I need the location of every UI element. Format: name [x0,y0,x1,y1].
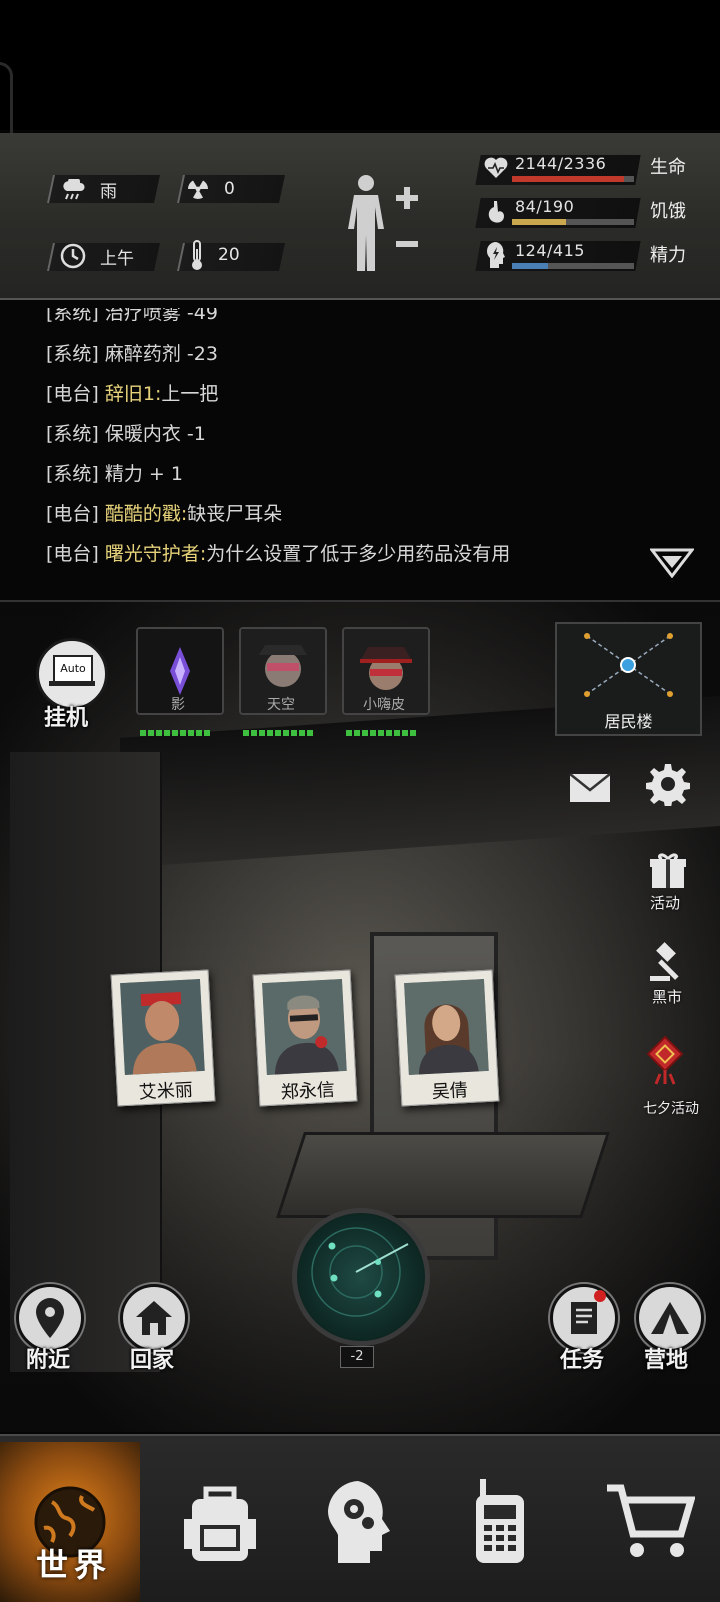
nav-world-label[interactable]: 世界 [36,1540,112,1586]
npc-card[interactable]: 郑永信 [252,969,358,1107]
hunger-fill [512,219,566,225]
nav-backpack[interactable] [150,1442,290,1602]
companion-name: 小嗨皮 [363,697,405,713]
radiation-value: 0 [224,179,235,199]
energy-track [512,263,634,269]
head-gears-icon [328,1481,390,1563]
location-pin-icon [36,1298,64,1338]
temperature-value: 20 [218,245,240,265]
task-scroll-icon [571,1302,597,1334]
tasks-label: 任务 [560,1348,605,1373]
heart-icon [484,157,508,178]
gavel-icon[interactable] [648,942,690,984]
companion-health [346,730,416,736]
weather-row: 雨 [62,177,117,202]
location-map-button[interactable]: 居民楼 [555,622,702,736]
hunger-track [512,219,634,225]
radar-level: -2 [340,1346,374,1368]
npc-name: 吴倩 [431,1079,469,1103]
npc-portrait [120,978,205,1076]
tent-icon [651,1302,689,1334]
stomach-icon [488,201,504,223]
time-value: 上午 [100,248,134,269]
health-text: 2144/2336 [515,154,607,173]
energy-text: 124/415 [515,241,585,260]
auto-label: 挂机 [44,706,89,731]
health-track [512,176,634,182]
health-label: 生命 [650,157,686,178]
chinese-knot-icon[interactable] [642,1034,688,1086]
home-icon [136,1301,172,1335]
body-status-button[interactable] [340,171,420,276]
qixi-label[interactable]: 七夕活动 [643,1098,699,1118]
radiation-row: 0 [186,177,235,201]
time-row: 上午 [60,243,134,269]
rain-cloud-icon [63,178,85,199]
log-line: [电台] 曙光守护者:为什么设置了低于多少用药品没有用 [46,543,511,565]
location-label: 居民楼 [604,712,653,731]
hunger-text: 84/190 [515,197,575,216]
scene-view: Auto 挂机 影 天空 小嗨皮 居民楼 活动 黑市 七夕活动 艾米丽 郑永信 … [0,602,720,1432]
map-icon [584,633,673,697]
companion-health [243,730,313,736]
npc-portrait [404,978,489,1076]
gift-icon[interactable] [648,850,688,890]
stats-panel: 雨 0 上午 20 2144/2336 生命 84/190 饥饿 124/415 [0,133,720,300]
body-figure-icon [348,175,418,271]
activity-label[interactable]: 活动 [650,892,680,913]
auto-badge: Auto [53,655,93,683]
npc-card[interactable]: 艾米丽 [110,969,216,1107]
nav-skills[interactable] [290,1442,430,1602]
nearby-label: 附近 [26,1348,71,1373]
npc-card[interactable]: 吴倩 [394,969,500,1107]
log-line: [电台] 辞旧1:上一把 [46,383,219,405]
log-line: [电台] 酷酷的戳:缺丧尸耳朵 [46,503,283,525]
energy-fill [512,263,549,269]
laptop-base-icon [49,681,95,686]
energy-head-icon [487,242,505,268]
npc-portrait [262,978,347,1076]
health-fill [512,176,624,182]
notification-dot [594,1290,606,1302]
log-line: [系统] 精力 + 1 [46,463,183,485]
log-line: [系统] 保暖内衣 -1 [46,423,206,445]
energy-label: 精力 [650,245,686,266]
backpack-icon [184,1486,256,1561]
hunger-label: 饥饿 [650,201,686,222]
radiation-icon [188,180,208,199]
message-log[interactable]: [系统] 治疗喷雾 -49 [系统] 麻醉药剂 -23 [电台] 辞旧1:上一把… [0,300,720,602]
thermometer-icon [192,240,202,270]
radar-icon [311,1227,409,1317]
home-label: 回家 [130,1348,175,1373]
log-line: [系统] 治疗喷雾 -49 [46,302,218,324]
radio-icon [476,1479,524,1563]
companion-health [140,730,210,736]
companion-name: 影 [171,697,185,713]
weather-value: 雨 [100,182,117,202]
cart-icon [607,1484,695,1557]
npc-name: 艾米丽 [138,1079,194,1104]
scene-table [276,1132,610,1218]
radar-button[interactable] [292,1208,430,1346]
npc-name: 郑永信 [280,1079,336,1104]
nav-radio[interactable] [430,1442,570,1602]
black-market-label[interactable]: 黑市 [652,986,682,1007]
expand-log-icon[interactable] [650,548,694,578]
camp-label: 营地 [644,1348,689,1373]
gear-icon[interactable] [646,762,690,806]
status-bar [0,0,720,130]
mail-icon[interactable] [568,772,612,804]
nav-shop[interactable] [580,1442,720,1602]
companion-name: 天空 [267,697,295,713]
clock-icon [60,243,86,269]
temperature-row: 20 [190,239,240,271]
log-line: [系统] 麻醉药剂 -23 [46,343,218,365]
